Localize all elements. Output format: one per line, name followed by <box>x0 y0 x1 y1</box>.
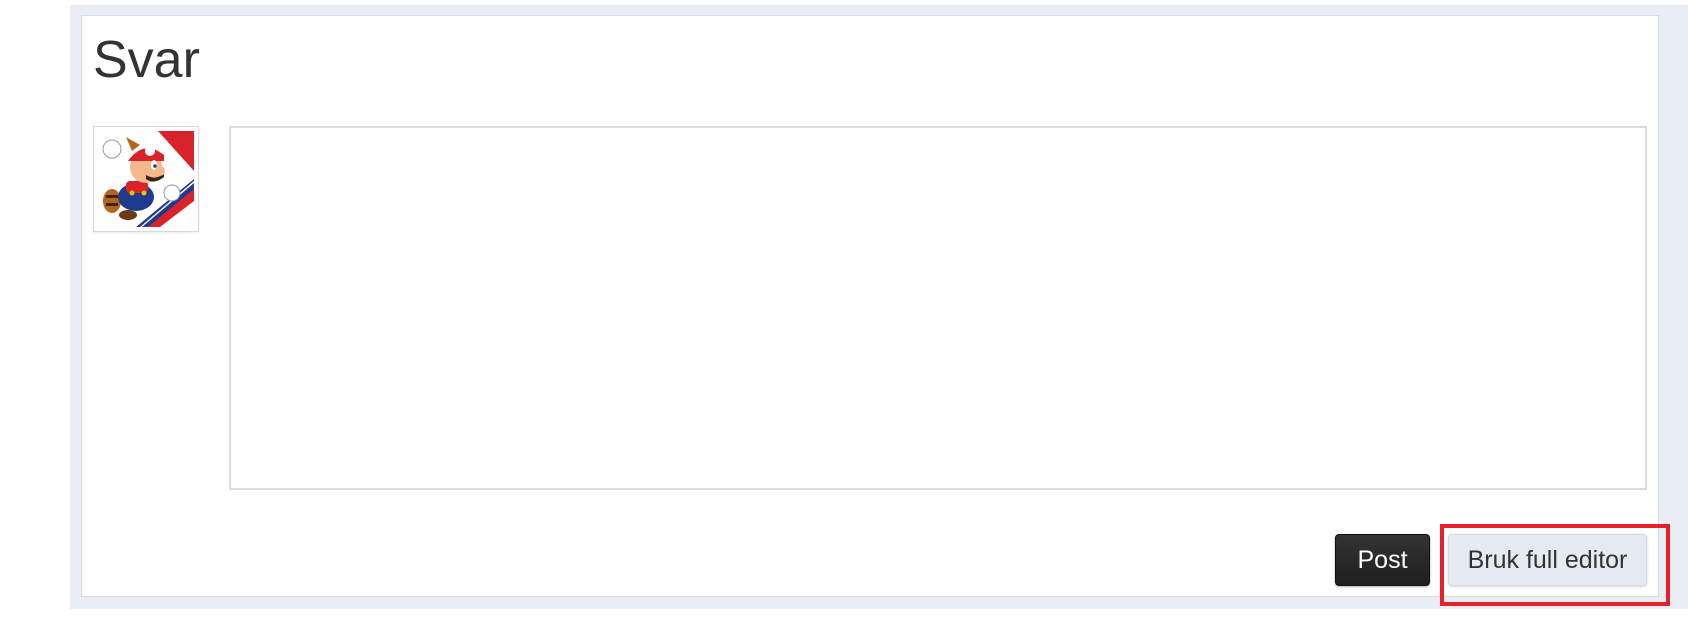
reply-title: Svar <box>93 31 200 89</box>
reply-textarea[interactable] <box>229 126 1647 490</box>
full-editor-button[interactable]: Bruk full editor <box>1448 534 1647 586</box>
mario-avatar-icon <box>98 131 194 227</box>
post-button[interactable]: Post <box>1335 534 1430 586</box>
user-avatar[interactable] <box>93 126 199 232</box>
